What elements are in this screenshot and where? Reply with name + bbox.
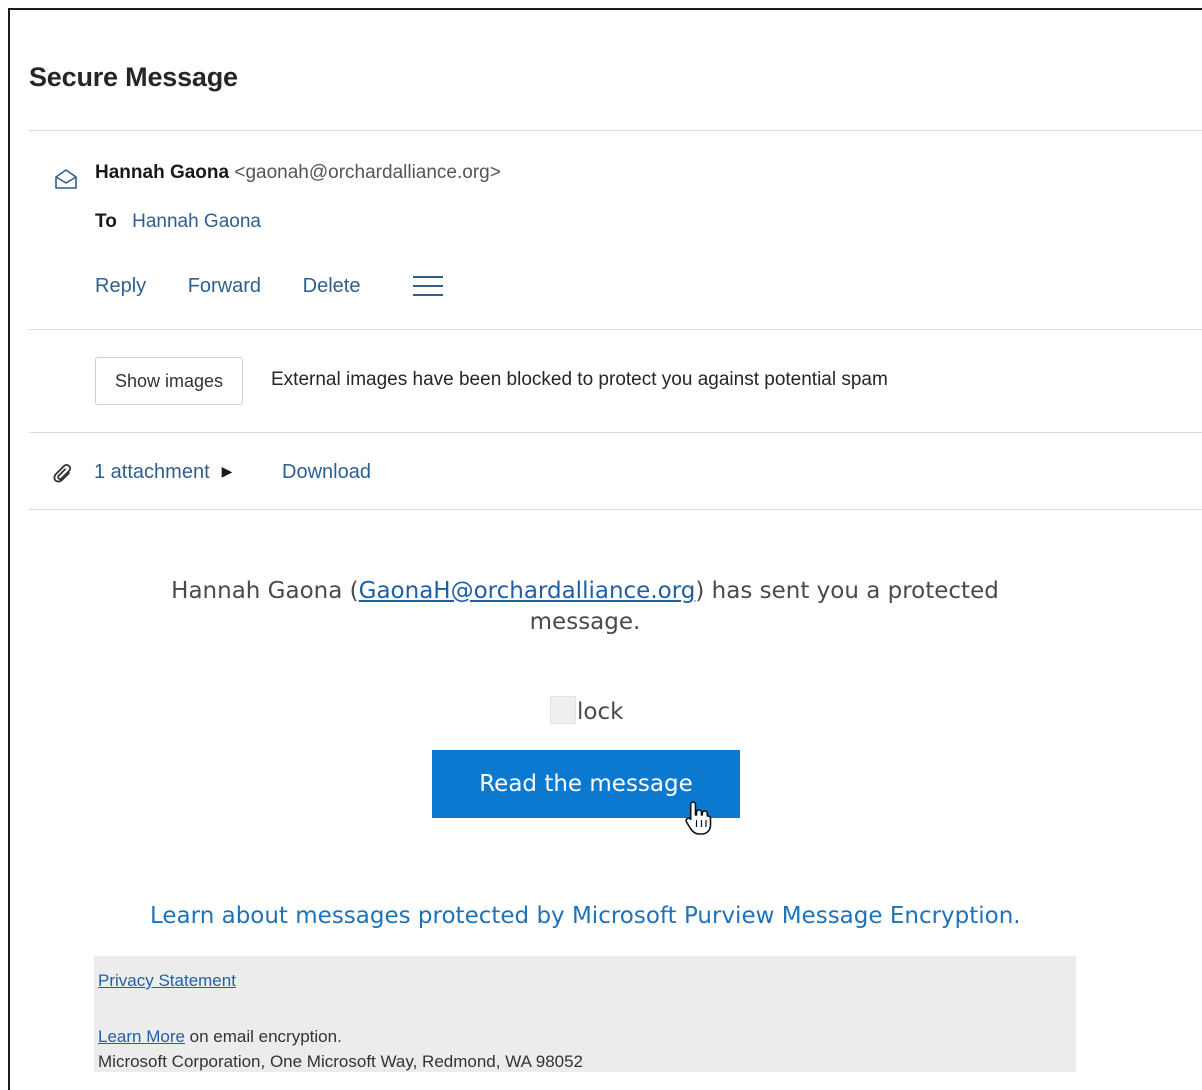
paperclip-icon xyxy=(53,463,72,483)
divider xyxy=(29,432,1202,433)
recipient-name[interactable]: Hannah Gaona xyxy=(132,211,261,232)
images-blocked-notice: External images have been blocked to pro… xyxy=(271,369,888,390)
download-link[interactable]: Download xyxy=(282,461,371,484)
message-window: Secure Message Hannah Gaona <gaonah@orch… xyxy=(8,8,1202,1090)
hamburger-menu-icon[interactable] xyxy=(412,274,444,298)
learn-more-link[interactable]: Learn More xyxy=(98,1027,185,1046)
message-actions: Reply Forward Delete xyxy=(95,275,396,298)
divider xyxy=(29,509,1202,510)
protected-message-notice: Hannah Gaona (GaonaH@orchardalliance.org… xyxy=(150,576,1020,638)
notice-prefix: Hannah Gaona ( xyxy=(171,578,359,604)
attachment-toggle[interactable]: 1 attachment ▶ xyxy=(94,461,232,484)
delete-button[interactable]: Delete xyxy=(303,275,361,297)
learn-more-line: Learn More on email encryption. xyxy=(98,1027,342,1047)
lock-alt-text: lock xyxy=(577,699,624,725)
recipient-line: To Hannah Gaona xyxy=(95,211,261,233)
to-label: To xyxy=(95,211,117,232)
forward-button[interactable]: Forward xyxy=(188,275,261,297)
broken-image-icon xyxy=(550,696,576,724)
hand-pointer-icon xyxy=(685,801,712,835)
divider xyxy=(29,329,1202,330)
reply-button[interactable]: Reply xyxy=(95,275,146,297)
sender-email: <gaonah@orchardalliance.org> xyxy=(234,162,501,183)
envelope-open-icon xyxy=(55,169,77,189)
sender-name[interactable]: Hannah Gaona xyxy=(95,162,229,183)
privacy-statement-link[interactable]: Privacy Statement xyxy=(98,971,236,991)
divider xyxy=(29,130,1202,131)
page-title: Secure Message xyxy=(29,62,238,92)
sender-email-link[interactable]: GaonaH@orchardalliance.org xyxy=(359,578,696,604)
sender-line: Hannah Gaona <gaonah@orchardalliance.org… xyxy=(95,162,501,184)
attachment-count: 1 attachment xyxy=(94,461,210,483)
learn-more-suffix: on email encryption. xyxy=(184,1027,342,1046)
show-images-button[interactable]: Show images xyxy=(95,357,243,405)
footer: Privacy Statement Learn More on email en… xyxy=(94,956,1076,1072)
company-address: Microsoft Corporation, One Microsoft Way… xyxy=(98,1052,584,1071)
lock-image-placeholder: lock xyxy=(550,696,623,726)
learn-encryption-link[interactable]: Learn about messages protected by Micros… xyxy=(150,903,1030,929)
caret-right-icon: ▶ xyxy=(221,463,233,479)
